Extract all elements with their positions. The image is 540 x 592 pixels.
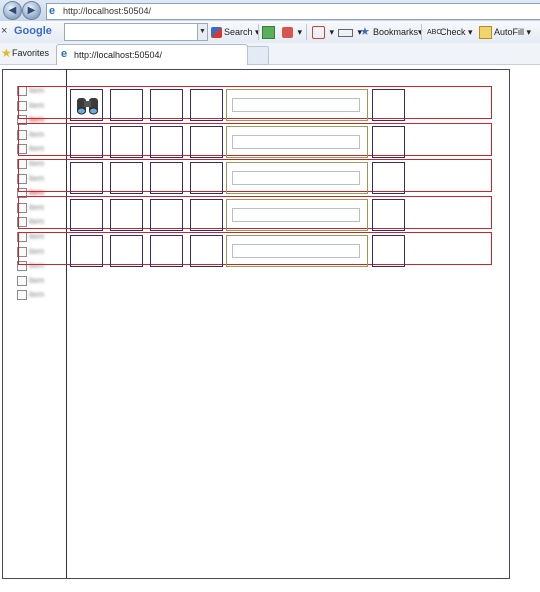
grid-cell [110,198,143,231]
input-cell [226,198,368,231]
rectangle-icon [338,28,353,37]
google-toolbar: × Google ▼ Search ▾ ▾ ▾ ▾ ★Bookmarks▾ AB… [0,21,540,44]
grid-row [18,159,492,194]
toolbar-separator [306,24,307,40]
checkbox[interactable] [17,290,27,301]
row-text-input[interactable] [232,171,360,185]
toolbar-separator [258,24,259,40]
checkbox-item[interactable]: item [17,289,65,302]
autofill-icon [479,26,492,40]
checkbox[interactable] [17,275,27,286]
grid-cell [190,162,223,194]
google-logo: Google [14,25,52,37]
send-to-button[interactable]: ▾ [338,25,362,39]
favorites-star-icon[interactable]: ★ [1,46,12,60]
grid-cell [372,162,405,194]
input-cell [226,89,368,121]
input-cell [226,125,368,158]
row-text-input[interactable] [232,98,360,112]
page-content: item item item item item item item item item item… [0,65,540,592]
grid-cell [372,125,405,158]
grid-cell [110,89,143,121]
close-toolbar-button[interactable]: × [1,25,7,37]
checkbox-item[interactable]: item [17,275,65,288]
google-g-icon [211,27,222,39]
tab-title: http://localhost:50504/ [74,50,163,60]
grid-cell [70,89,103,121]
spellcheck-button-label: Check [440,27,466,37]
highlight-button[interactable]: ▾ [312,25,334,40]
grid-row [18,122,492,158]
star-icon: ★ [360,26,370,39]
grid-cell [70,125,103,158]
toolbar-separator [421,24,422,40]
grid-cell [190,235,223,267]
autofill-button-label: AutoFill [494,27,525,37]
grid-cell [372,235,405,267]
grid-cell [190,125,223,158]
grid-cell [70,162,103,194]
spellcheck-button[interactable]: ABCCheck ▾ [427,25,473,39]
grid-cell [372,198,405,231]
address-bar[interactable]: e http://localhost:50504/ [46,3,540,20]
new-tab-button[interactable] [247,46,269,65]
ie-logo-icon: e [49,5,56,17]
grid-row [18,232,492,267]
search-button[interactable]: Search ▾ [211,25,260,39]
grid-cell [110,162,143,194]
search-dropdown-button[interactable]: ▼ [197,23,208,41]
highlight-icon [312,26,325,40]
grid-cell [150,162,183,194]
spellcheck-icon: ABC [427,29,442,37]
grid-cell [150,89,183,121]
grid-cell [190,89,223,121]
grid-row [18,86,492,121]
address-url: http://localhost:50504/ [63,6,152,16]
input-cell [226,235,368,267]
grid-cell [70,235,103,267]
grid-cell [150,235,183,267]
checkbox-label: item [29,290,45,300]
grid-cell [150,125,183,158]
grid-cell [110,235,143,267]
google-search-input[interactable] [64,23,198,41]
pagerank-button[interactable] [262,25,277,40]
popup-blocker-button[interactable]: ▾ [282,25,302,39]
row-text-input[interactable] [232,207,360,222]
grid-cell [110,125,143,158]
grid-cell [150,198,183,231]
autofill-button[interactable]: AutoFill ▾ [479,25,531,40]
favorites-bar: ★ Favorites e http://localhost:50504/ [0,43,540,65]
browser-tab[interactable]: e http://localhost:50504/ [56,44,248,65]
favorites-button[interactable]: Favorites [12,47,49,60]
pagerank-icon [262,26,275,40]
bookmarks-button-label: Bookmarks [373,27,419,37]
grid-row [18,195,492,231]
row-text-input[interactable] [232,244,360,258]
title-bar: ◀ ▶ e http://localhost:50504/ [0,0,540,22]
row-text-input[interactable] [232,134,360,149]
back-arrow-icon[interactable]: ◀ [3,1,22,20]
search-button-label: Search [224,27,253,37]
bookmarks-button[interactable]: ★Bookmarks▾ [360,25,423,39]
grid-cell [190,198,223,231]
input-cell [226,162,368,194]
binoculars-icon [77,98,98,115]
grid-cell [70,198,103,231]
forward-arrow-icon[interactable]: ▶ [22,1,41,20]
ie-logo-icon: e [61,48,68,60]
grid-cell [372,89,405,121]
popup-blocker-icon [282,27,293,39]
checkbox-label: item [29,275,45,285]
